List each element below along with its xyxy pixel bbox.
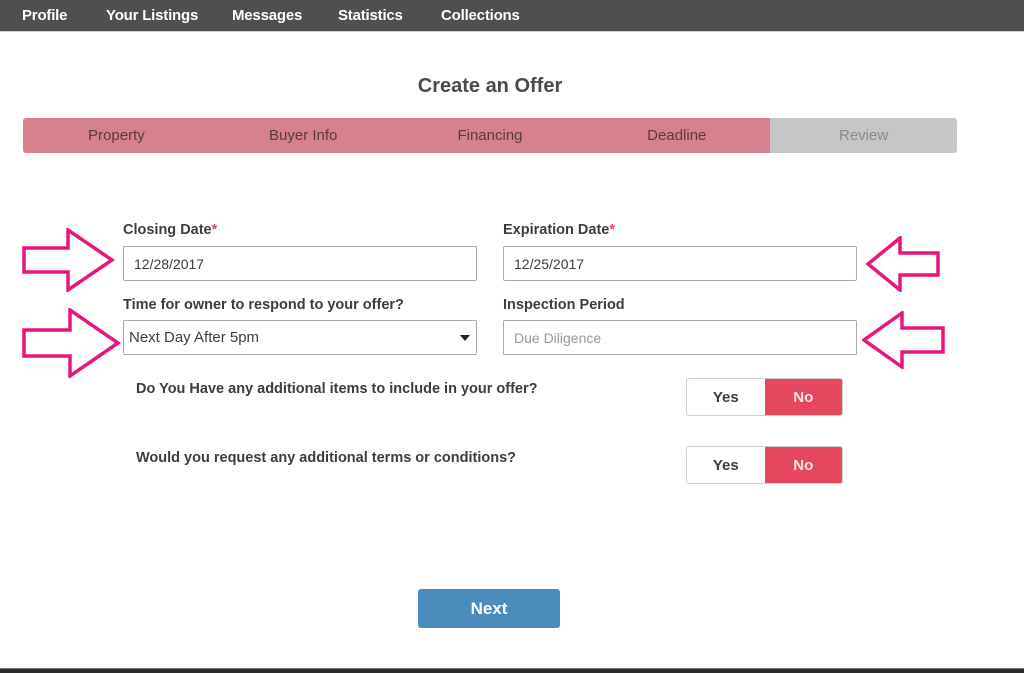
- additional-items-question: Do You Have any additional items to incl…: [136, 381, 538, 397]
- step-review[interactable]: Review: [770, 118, 957, 153]
- nav-item-profile[interactable]: Profile: [22, 7, 67, 24]
- expiration-date-label-text: Expiration Date: [503, 222, 610, 238]
- required-marker: *: [609, 222, 616, 238]
- inspection-period-label: Inspection Period: [503, 297, 625, 313]
- response-time-selected: Next Day After 5pm: [129, 329, 260, 346]
- nav-item-collections[interactable]: Collections: [441, 7, 520, 24]
- closing-date-value: 12/28/2017: [134, 255, 205, 272]
- closing-date-field[interactable]: 12/28/2017: [123, 246, 477, 281]
- additional-items-no-button[interactable]: No: [764, 379, 842, 415]
- additional-items-yes-button[interactable]: Yes: [687, 379, 765, 415]
- step-property[interactable]: Property: [23, 118, 210, 153]
- inspection-period-placeholder: Due Diligence: [514, 329, 602, 346]
- step-buyer-info[interactable]: Buyer Info: [209, 118, 397, 153]
- next-button[interactable]: Next: [418, 589, 560, 628]
- annotation-arrow-left-icon: [862, 311, 945, 369]
- nav-item-messages[interactable]: Messages: [232, 7, 302, 24]
- response-time-select[interactable]: Next Day After 5pm: [123, 320, 477, 355]
- inspection-period-field[interactable]: Due Diligence: [503, 320, 857, 355]
- step-deadline[interactable]: Deadline: [583, 118, 771, 153]
- top-navigation: Profile Your Listings Messages Statistic…: [0, 0, 1024, 32]
- expiration-date-label: Expiration Date*: [503, 222, 615, 238]
- expiration-date-field[interactable]: 12/25/2017: [503, 246, 857, 281]
- additional-items-toggle: Yes No: [686, 378, 843, 416]
- step-financing[interactable]: Financing: [396, 118, 584, 153]
- additional-terms-toggle: Yes No: [686, 446, 843, 484]
- additional-terms-question: Would you request any additional terms o…: [136, 450, 516, 466]
- additional-terms-no-button[interactable]: No: [764, 447, 842, 483]
- nav-item-statistics[interactable]: Statistics: [338, 7, 403, 24]
- closing-date-label: Closing Date*: [123, 222, 217, 238]
- expiration-date-value: 12/25/2017: [514, 255, 585, 272]
- step-progress-bar: Property Buyer Info Financing Deadline R…: [23, 118, 957, 153]
- required-marker: *: [211, 222, 218, 238]
- annotation-arrow-right-icon: [22, 228, 116, 292]
- nav-item-your-listings[interactable]: Your Listings: [106, 7, 198, 24]
- closing-date-label-text: Closing Date: [123, 222, 212, 238]
- response-time-label: Time for owner to respond to your offer?: [123, 297, 404, 313]
- additional-terms-yes-button[interactable]: Yes: [687, 447, 765, 483]
- chevron-down-icon: [460, 335, 470, 341]
- page-title: Create an Offer: [417, 75, 563, 97]
- annotation-arrow-right-icon: [22, 308, 122, 378]
- annotation-arrow-left-icon: [866, 236, 940, 292]
- footer-bar: [0, 668, 1024, 673]
